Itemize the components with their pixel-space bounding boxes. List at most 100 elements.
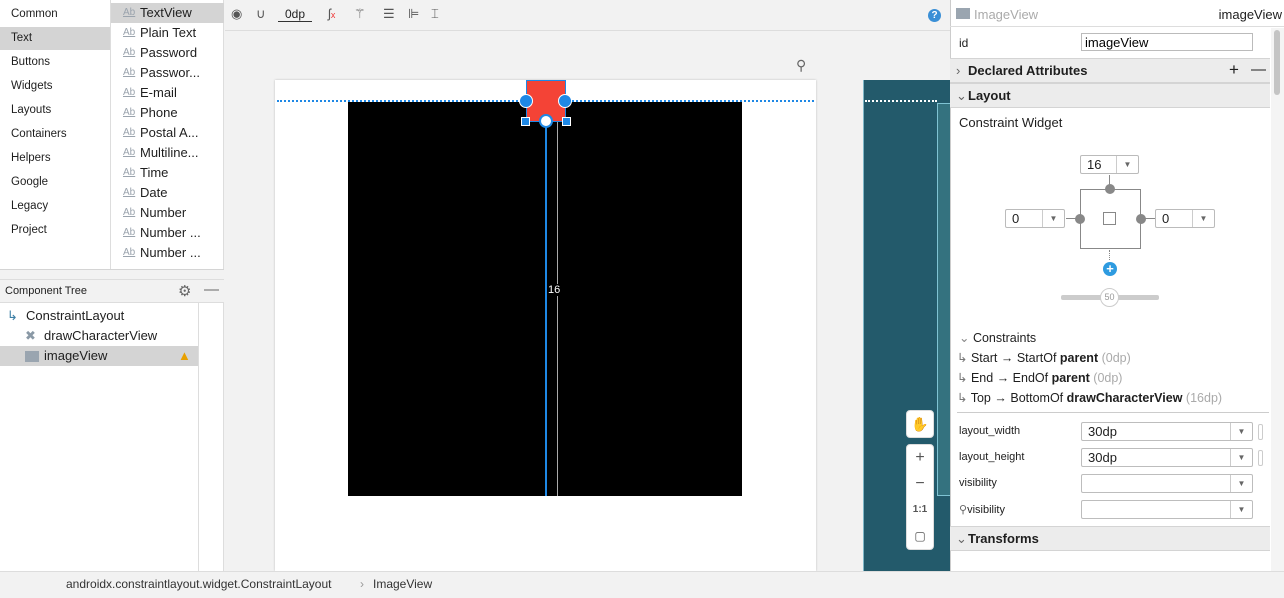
custom-view-icon: ✖ [25, 328, 36, 343]
attributes-header: ImageView imageView [950, 2, 1284, 27]
connector [1109, 250, 1110, 260]
top-margin-dropdown[interactable]: 16 ▼ [1080, 155, 1139, 174]
align-icon[interactable]: ⊫ [408, 6, 419, 22]
text-icon: Ab [123, 47, 136, 58]
palette-category-text[interactable]: Text [0, 27, 110, 50]
palette-item[interactable]: Ab Plain Text [111, 23, 224, 43]
end-margin-dropdown[interactable]: 0 ▼ [1155, 209, 1215, 228]
constraint-item[interactable]: ↳ Start → StartOf parent (0dp) [957, 350, 1131, 365]
palette-item[interactable]: Ab E-mail [111, 83, 224, 103]
text-icon: Ab [123, 227, 136, 238]
tree-item-drawcharacterview[interactable]: ✖ drawCharacterView [0, 326, 198, 346]
text-icon: Ab [123, 187, 136, 198]
layout-width-dropdown[interactable]: 30dp ▼ [1081, 422, 1253, 441]
tree-item-imageview[interactable]: imageView ▲ [0, 346, 198, 366]
resize-handle[interactable] [562, 117, 571, 126]
bias-slider-thumb[interactable]: 50 [1100, 288, 1119, 307]
scrollbar[interactable] [1271, 28, 1284, 571]
palette-category-layouts[interactable]: Layouts [0, 99, 110, 122]
palette-item[interactable]: Ab Number [111, 203, 224, 223]
layout-height-dropdown[interactable]: 30dp ▼ [1081, 448, 1253, 467]
constraint-target: parent [1059, 351, 1099, 365]
tree-item-label: ConstraintLayout [26, 308, 125, 323]
chevron-down-icon: ⌄ [956, 531, 967, 546]
palette-item[interactable]: Ab Phone [111, 103, 224, 123]
visibility-dropdown[interactable]: ▼ [1081, 500, 1253, 519]
end-anchor[interactable] [558, 94, 572, 108]
remove-icon[interactable]: — [1251, 58, 1266, 82]
add-bottom-constraint-icon[interactable]: + [1103, 262, 1117, 276]
text-icon: Ab [123, 67, 136, 78]
transforms-section[interactable]: ⌄ Transforms [950, 526, 1270, 551]
chevron-down-icon: ⌄ [956, 88, 967, 103]
breadcrumb-item[interactable]: ImageView [373, 577, 432, 591]
actual-size-button[interactable]: 1:1 [907, 497, 933, 523]
component-tree-title: Component Tree [5, 285, 87, 297]
start-margin-dropdown[interactable]: 0 ▼ [1005, 209, 1065, 228]
label-text: visibility [967, 504, 1005, 516]
warning-icon[interactable]: ▲ [178, 346, 191, 366]
text-icon: Ab [123, 87, 136, 98]
add-icon[interactable]: + [1229, 58, 1239, 82]
constraint-item[interactable]: ↳ Top → BottomOf drawCharacterView (16dp… [957, 390, 1222, 405]
fit-screen-icon[interactable]: ▢ [907, 523, 933, 549]
tree-item-constraintlayout[interactable]: ↳ ConstraintLayout [0, 306, 198, 326]
infer-constraints-icon[interactable]: ⚚ [354, 6, 366, 22]
resource-picker[interactable] [1258, 450, 1263, 466]
connector [1145, 218, 1155, 219]
palette-category-google[interactable]: Google [0, 171, 110, 194]
declared-attributes-section[interactable]: › Declared Attributes + — [950, 58, 1270, 83]
constraint-margin: (16dp) [1185, 391, 1223, 405]
palette-category-helpers[interactable]: Helpers [0, 147, 110, 170]
bottom-anchor[interactable] [539, 114, 553, 128]
divider [198, 303, 199, 571]
palette-category-project[interactable]: Project [0, 219, 110, 242]
constraints-header[interactable]: ⌄ Constraints [959, 330, 1036, 345]
value: 0 [1012, 211, 1020, 226]
text-icon: Ab [123, 127, 136, 138]
start-anchor[interactable] [1075, 214, 1085, 224]
palette-item[interactable]: Ab TextView [111, 3, 224, 23]
zoom-in-button[interactable]: + [907, 445, 933, 471]
palette-category-containers[interactable]: Containers [0, 123, 110, 146]
palette-item[interactable]: Ab Time [111, 163, 224, 183]
layout-section[interactable]: ⌄ Layout [950, 83, 1270, 108]
magnet-icon[interactable]: ∪ [256, 6, 266, 22]
id-input[interactable] [1081, 33, 1253, 51]
palette-category-common[interactable]: Common [0, 3, 110, 26]
palette-item[interactable]: Ab Passwor... [111, 63, 224, 83]
chevron-down-icon: ▼ [1116, 156, 1138, 173]
palette-item[interactable]: Ab Password [111, 43, 224, 63]
chevron-down-icon: ▼ [1230, 423, 1252, 440]
constraint-item[interactable]: ↳ End → EndOf parent (0dp) [957, 370, 1122, 385]
breadcrumb-item[interactable]: androidx.constraintlayout.widget.Constra… [66, 577, 332, 591]
palette-category-buttons[interactable]: Buttons [0, 51, 110, 74]
blueprint-view [937, 103, 950, 496]
pack-icon[interactable]: ☰ [383, 6, 395, 22]
wrench-icon[interactable]: ⚲ [796, 57, 806, 74]
guidelines-icon[interactable]: ⌶ [431, 6, 439, 22]
palette-item[interactable]: Ab Multiline... [111, 143, 224, 163]
zoom-out-button[interactable]: − [907, 471, 933, 497]
pan-icon[interactable]: ✋ [906, 410, 934, 438]
resize-handle[interactable] [521, 117, 530, 126]
gear-icon[interactable]: ⚙ [178, 282, 191, 300]
default-margin-button[interactable]: 0dp [278, 7, 312, 22]
help-icon[interactable]: ? [928, 9, 941, 22]
eye-icon[interactable]: ◉ [231, 6, 242, 22]
resource-picker[interactable] [1258, 424, 1263, 440]
palette-item[interactable]: Ab Number ... [111, 243, 224, 263]
palette-item[interactable]: Ab Postal A... [111, 123, 224, 143]
palette-item[interactable]: Ab Number ... [111, 223, 224, 243]
top-anchor[interactable] [1105, 184, 1115, 194]
palette-category-legacy[interactable]: Legacy [0, 195, 110, 218]
start-anchor[interactable] [519, 94, 533, 108]
visibility-dropdown[interactable]: ▼ [1081, 474, 1253, 493]
constraint-icon: ↳ [957, 351, 971, 365]
minimize-icon[interactable]: — [204, 281, 219, 298]
clear-constraints-icon[interactable]: ʃx [328, 6, 335, 21]
palette-category-widgets[interactable]: Widgets [0, 75, 110, 98]
palette-item[interactable]: Ab Date [111, 183, 224, 203]
end-anchor[interactable] [1136, 214, 1146, 224]
constraint-widget-title: Constraint Widget [959, 115, 1063, 130]
